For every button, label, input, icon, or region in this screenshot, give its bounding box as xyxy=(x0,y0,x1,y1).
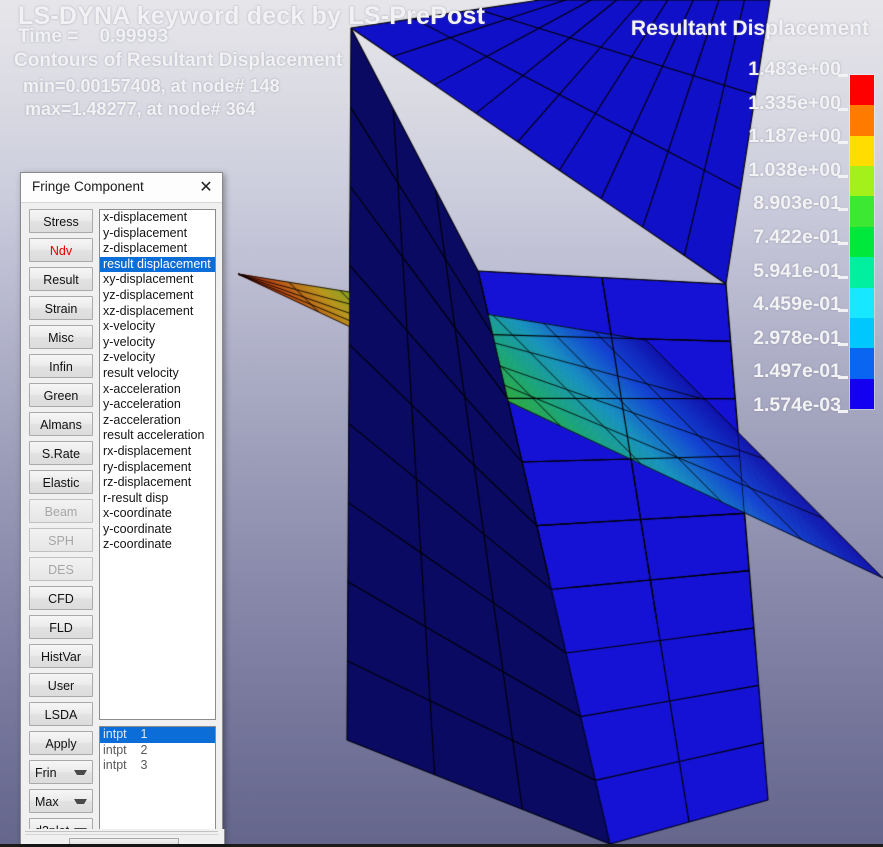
category-button-beam: Beam xyxy=(29,499,93,523)
list-item[interactable]: z-acceleration xyxy=(100,413,215,429)
divider-line xyxy=(25,834,218,835)
list-item[interactable]: result velocity xyxy=(100,366,215,382)
list-item[interactable]: rz-displacement xyxy=(100,475,215,491)
category-button-ndv[interactable]: Ndv xyxy=(29,238,93,262)
category-button-fld[interactable]: FLD xyxy=(29,615,93,639)
category-button-infin[interactable]: Infin xyxy=(29,354,93,378)
list-item[interactable]: result acceleration xyxy=(100,428,215,444)
list-item[interactable]: x-velocity xyxy=(100,319,215,335)
range-select[interactable]: Max xyxy=(29,789,93,813)
list-item[interactable]: z-displacement xyxy=(100,241,215,257)
category-button-misc[interactable]: Misc xyxy=(29,325,93,349)
category-button-des: DES xyxy=(29,557,93,581)
range-select-value: Max xyxy=(35,795,59,809)
list-item[interactable]: ry-displacement xyxy=(100,460,215,476)
list-item[interactable]: y-coordinate xyxy=(100,522,215,538)
list-item[interactable]: result displacement xyxy=(100,256,215,273)
category-button-stress[interactable]: Stress xyxy=(29,209,93,233)
list-item[interactable]: z-velocity xyxy=(100,350,215,366)
dialog-bottom-strip xyxy=(20,829,225,844)
category-button-column: Stress Ndv Result Strain Misc Infin Green Alman… xyxy=(29,209,93,847)
close-icon[interactable]: ✕ xyxy=(194,176,218,199)
list-item[interactable]: y-velocity xyxy=(100,335,215,351)
divider-line xyxy=(25,831,218,832)
chevron-down-icon xyxy=(74,799,87,808)
category-button-almans[interactable]: Almans xyxy=(29,412,93,436)
category-button-apply[interactable]: Apply xyxy=(29,731,93,755)
dialog-title: Fringe Component xyxy=(32,179,144,194)
list-item[interactable]: r-result disp xyxy=(100,491,215,507)
category-button-histvar[interactable]: HistVar xyxy=(29,644,93,668)
chevron-down-icon xyxy=(74,770,87,779)
dialog-body: Stress Ndv Result Strain Misc Infin Green Alman… xyxy=(21,202,224,844)
list-item[interactable]: z-coordinate xyxy=(100,537,215,553)
list-item[interactable]: xy-displacement xyxy=(100,272,215,288)
list-item[interactable]: intpt 1 xyxy=(100,727,215,743)
category-button-sph: SPH xyxy=(29,528,93,552)
category-button-elastic[interactable]: Elastic xyxy=(29,470,93,494)
list-item[interactable]: intpt 2 xyxy=(100,743,215,759)
fringe-mode-select-value: Frin xyxy=(35,766,57,780)
list-item[interactable]: rx-displacement xyxy=(100,444,215,460)
list-item[interactable]: x-coordinate xyxy=(100,506,215,522)
category-button-user[interactable]: User xyxy=(29,673,93,697)
integration-point-list[interactable]: intpt 1 intpt 2 intpt 3 xyxy=(99,726,216,835)
category-button-lsda[interactable]: LSDA xyxy=(29,702,93,726)
category-button-result[interactable]: Result xyxy=(29,267,93,291)
category-button-cfd[interactable]: CFD xyxy=(29,586,93,610)
dialog-titlebar[interactable]: Fringe Component ✕ xyxy=(21,173,222,203)
list-item[interactable]: yz-displacement xyxy=(100,288,215,304)
list-item[interactable]: xz-displacement xyxy=(100,304,215,320)
list-item[interactable]: x-displacement xyxy=(100,210,215,226)
fringe-mode-select[interactable]: Frin xyxy=(29,760,93,784)
partial-control[interactable] xyxy=(69,838,179,844)
list-item[interactable]: y-acceleration xyxy=(100,397,215,413)
list-item[interactable]: intpt 3 xyxy=(100,758,215,774)
list-item[interactable]: x-acceleration xyxy=(100,382,215,398)
list-item[interactable]: y-displacement xyxy=(100,226,215,242)
category-button-green[interactable]: Green xyxy=(29,383,93,407)
component-list[interactable]: x-displacement y-displacement z-displaceme… xyxy=(99,209,216,720)
category-button-strain[interactable]: Strain xyxy=(29,296,93,320)
category-button-s-rate[interactable]: S.Rate xyxy=(29,441,93,465)
fringe-component-dialog[interactable]: Fringe Component ✕ Stress Ndv Result Strain… xyxy=(20,172,223,844)
